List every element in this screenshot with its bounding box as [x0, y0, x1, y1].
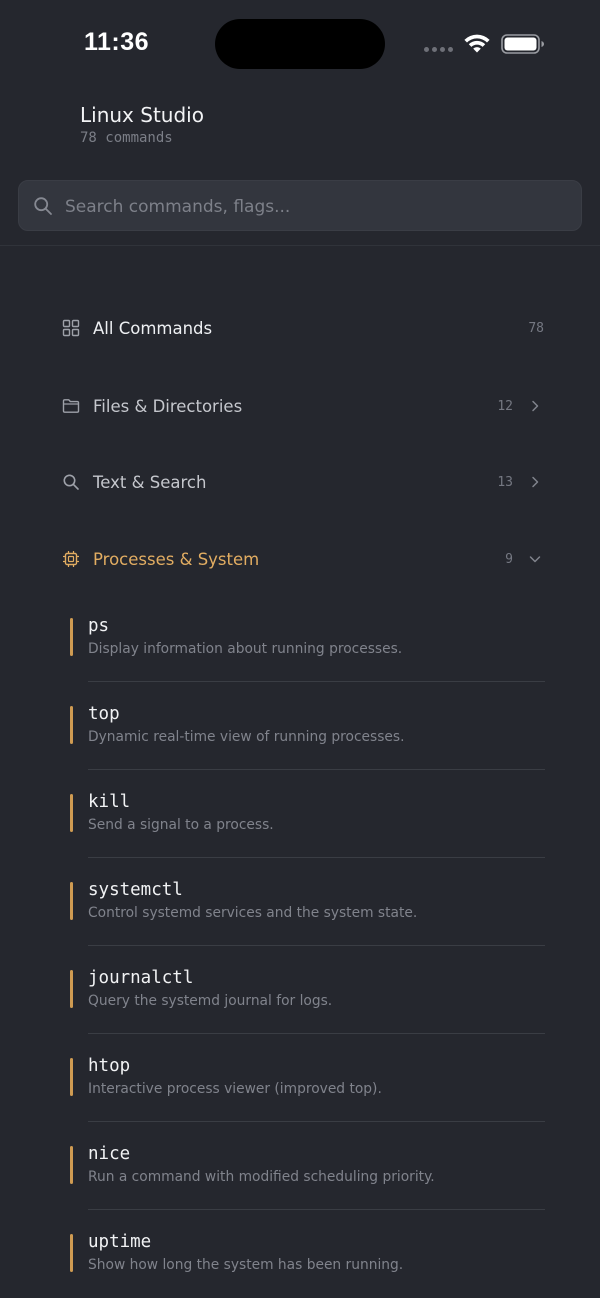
wifi-icon: [464, 34, 490, 53]
command-item-journalctl[interactable]: journalctl Query the systemd journal for…: [70, 946, 545, 1034]
status-time: 11:36: [84, 28, 150, 56]
category-label: Text & Search: [93, 472, 207, 492]
accent-bar: [70, 882, 73, 920]
command-count: 78 commands: [80, 130, 173, 146]
category-text-search[interactable]: Text & Search 13: [56, 460, 556, 504]
command-description: Run a command with modified scheduling p…: [88, 1169, 435, 1185]
command-item-top[interactable]: top Dynamic real-time view of running pr…: [70, 682, 545, 770]
command-item-htop[interactable]: htop Interactive process viewer (improve…: [70, 1034, 545, 1122]
command-item-uptime[interactable]: uptime Show how long the system has been…: [70, 1210, 545, 1298]
accent-bar: [70, 1058, 73, 1096]
accent-bar: [70, 618, 73, 656]
command-description: Query the systemd journal for logs.: [88, 993, 333, 1009]
accent-bar: [70, 970, 73, 1008]
category-files-directories[interactable]: Files & Directories 12: [56, 384, 556, 428]
accent-bar: [70, 794, 73, 832]
accent-bar: [70, 706, 73, 744]
category-all-commands[interactable]: All Commands 78: [56, 306, 556, 350]
grid-icon: [62, 319, 80, 337]
search-box[interactable]: [18, 180, 582, 232]
command-name: ps: [88, 616, 110, 636]
app-screen: 11:36 Linux Studio 78 commands Search co…: [0, 0, 600, 1298]
search-icon: [63, 474, 79, 490]
category-count: 12: [497, 398, 513, 414]
command-item-systemctl[interactable]: systemctl Control systemd services and t…: [70, 858, 545, 946]
category-label: Files & Directories: [93, 396, 243, 416]
accent-bar: [70, 1234, 73, 1272]
command-name: uptime: [88, 1232, 152, 1252]
command-name: nice: [88, 1144, 131, 1164]
cellular-signal-icon: [424, 47, 453, 52]
command-description: Dynamic real-time view of running proces…: [88, 729, 405, 745]
chevron-right-icon: [532, 476, 539, 488]
command-item-ps[interactable]: ps Display information about running pro…: [70, 594, 545, 682]
category-label: All Commands: [93, 318, 213, 338]
dynamic-island: [215, 19, 385, 69]
command-name: systemctl: [88, 880, 183, 900]
command-name: journalctl: [88, 968, 194, 988]
accent-bar: [70, 1146, 73, 1184]
category-count: 13: [497, 474, 513, 490]
chevron-down-icon: [529, 556, 541, 563]
category-count: 9: [505, 551, 513, 567]
command-item-kill[interactable]: kill Send a signal to a process.: [70, 770, 545, 858]
header-divider: [0, 245, 600, 246]
command-item-nice[interactable]: nice Run a command with modified schedul…: [70, 1122, 545, 1210]
command-description: Display information about running proces…: [88, 641, 403, 657]
category-label: Processes & System: [93, 549, 260, 569]
search-icon: [34, 197, 52, 215]
category-count: 78: [528, 320, 544, 336]
app-title: Linux Studio: [80, 103, 204, 127]
command-list: ps Display information about running pro…: [70, 594, 545, 1298]
command-name: kill: [88, 792, 131, 812]
command-description: Send a signal to a process.: [88, 817, 274, 833]
command-description: Show how long the system has been runnin…: [88, 1257, 404, 1273]
command-name: htop: [88, 1056, 131, 1076]
category-processes-system[interactable]: Processes & System 9: [56, 537, 556, 581]
command-description: Control systemd services and the system …: [88, 905, 418, 921]
command-description: Interactive process viewer (improved top…: [88, 1081, 382, 1097]
folder-icon: [62, 399, 80, 413]
battery-icon: [501, 34, 544, 54]
command-name: top: [88, 704, 120, 724]
cpu-icon: [63, 551, 79, 567]
search-input[interactable]: [63, 181, 567, 232]
chevron-right-icon: [532, 400, 539, 412]
status-bar: 11:36: [0, 0, 600, 90]
